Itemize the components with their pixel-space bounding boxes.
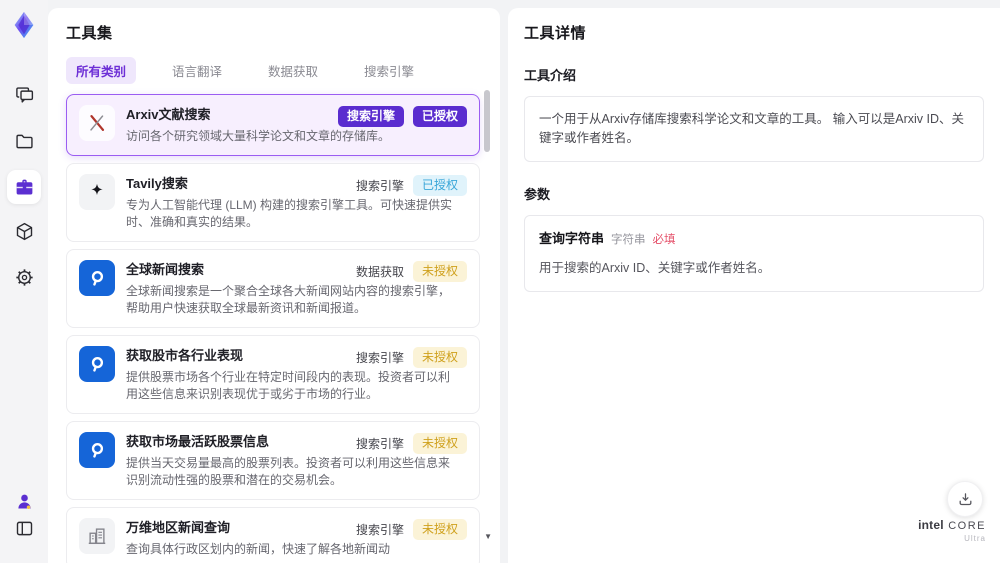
params-section-title: 参数 <box>524 187 551 202</box>
category-badge: 搜索引擎 <box>337 106 404 127</box>
intro-section-title: 工具介绍 <box>524 68 577 83</box>
sidebar-item-files[interactable] <box>7 124 41 158</box>
tool-description: 全球新闻搜索是一个聚合全球各大新闻网站内容的搜索引擎，帮助用户快速获取全球最新资… <box>126 284 451 315</box>
sidebar-item-tools[interactable] <box>7 170 41 204</box>
cube-icon <box>16 222 32 240</box>
tab-all-categories[interactable]: 所有类别 <box>66 57 137 84</box>
brand-sub-text: Ultra <box>964 534 986 543</box>
icon-sidebar <box>0 0 48 563</box>
tool-description: 提供股票市场各个行业在特定时间段内的表现。投资者可以利用这些信息来识别表现优于或… <box>126 370 451 401</box>
avatar-icon <box>17 494 31 509</box>
tool-card-global-news[interactable]: 全球新闻搜索 全球新闻搜索是一个聚合全球各大新闻网站内容的搜索引擎，帮助用户快速… <box>66 249 480 328</box>
auth-status-badge: 未授权 <box>412 519 467 540</box>
building-icon <box>79 518 115 554</box>
category-label: 搜索引擎 <box>355 179 404 193</box>
gear-icon <box>15 268 33 286</box>
toolbox-icon <box>16 179 32 194</box>
layout-toggle-icon <box>16 521 32 535</box>
category-tabs: 所有类别 语言翻译 数据获取 搜索引擎 <box>66 57 482 84</box>
param-name: 查询字符串 <box>539 231 605 246</box>
arxiv-logo-icon <box>79 105 115 141</box>
app-logo-gem-icon[interactable] <box>9 10 39 40</box>
tab-search-engine[interactable]: 搜索引擎 <box>354 57 424 84</box>
auth-status-badge: 未授权 <box>412 433 467 454</box>
detail-title: 工具详情 <box>524 25 587 42</box>
tool-description: 访问各个研究领域大量科学论文和文章的存储库。 <box>126 129 391 143</box>
tool-card-sector-performance[interactable]: 获取股市各行业表现 提供股票市场各个行业在特定时间段内的表现。投资者可以利用这些… <box>66 335 480 414</box>
sidebar-item-packages[interactable] <box>7 214 41 248</box>
tool-intro-box: 一个用于从Arxiv存储库搜索科学论文和文章的工具。 输入可以是Arxiv ID… <box>524 96 984 162</box>
scrollbar-down-arrow-icon[interactable]: ▼ <box>484 532 492 541</box>
page-title: 工具集 <box>66 25 113 42</box>
parameter-box: 查询字符串 字符串 必填 用于搜索的Arxiv ID、关键字或作者姓名。 <box>524 215 984 292</box>
auth-status-badge: 未授权 <box>412 261 467 282</box>
tool-list-panel: 工具集 所有类别 语言翻译 数据获取 搜索引擎 Arxiv文献搜索 访问各个研究… <box>48 8 500 563</box>
sidebar-item-chat[interactable] <box>7 78 41 112</box>
sidebar-item-settings[interactable] <box>7 260 41 294</box>
category-label: 搜索引擎 <box>355 351 404 365</box>
list-scrollbar-thumb[interactable] <box>484 90 490 152</box>
download-icon <box>959 492 971 505</box>
brand-core-text: CORE <box>948 520 986 532</box>
tool-description: 提供当天交易量最高的股票列表。投资者可以利用这些信息来识别流动性强的股票和潜在的… <box>126 456 451 487</box>
category-label: 搜索引擎 <box>355 437 404 451</box>
app-root: 工具集 所有类别 语言翻译 数据获取 搜索引擎 Arxiv文献搜索 访问各个研究… <box>0 0 1000 563</box>
tool-card-regional-news[interactable]: 万维地区新闻查询 查询具体行政区划内的新闻，快速了解各地新闻动 搜索引擎 未授权 <box>66 507 480 563</box>
auth-status-badge: 未授权 <box>412 347 467 368</box>
chat-icon <box>15 86 33 103</box>
blue-search-icon <box>79 432 115 468</box>
category-label: 数据获取 <box>355 265 404 279</box>
sparkle-star-icon <box>79 174 115 210</box>
auth-status-badge: 已授权 <box>412 106 467 127</box>
intel-core-logo: intel CORE Ultra <box>918 519 986 545</box>
blue-search-icon <box>79 260 115 296</box>
tool-card-arxiv[interactable]: Arxiv文献搜索 访问各个研究领域大量科学论文和文章的存储库。 搜索引擎 已授… <box>66 94 480 156</box>
tool-list: Arxiv文献搜索 访问各个研究领域大量科学论文和文章的存储库。 搜索引擎 已授… <box>66 94 480 563</box>
brand-intel-text: intel <box>918 518 944 532</box>
param-description: 用于搜索的Arxiv ID、关键字或作者姓名。 <box>539 261 771 275</box>
sidebar-collapse-toggle[interactable] <box>7 511 41 545</box>
tab-language-translation[interactable]: 语言翻译 <box>162 57 232 84</box>
tool-description: 查询具体行政区划内的新闻，快速了解各地新闻动 <box>126 542 391 556</box>
category-label: 搜索引擎 <box>355 523 404 537</box>
tool-card-active-stocks[interactable]: 获取市场最活跃股票信息 提供当天交易量最高的股票列表。投资者可以利用这些信息来识… <box>66 421 480 500</box>
tool-card-tavily[interactable]: Tavily搜索 专为人工智能代理 (LLM) 构建的搜索引擎工具。可快速提供实… <box>66 163 480 242</box>
tab-data-fetching[interactable]: 数据获取 <box>258 57 328 84</box>
param-required-badge: 必填 <box>652 234 676 246</box>
blue-search-icon <box>79 346 115 382</box>
tool-description: 专为人工智能代理 (LLM) 构建的搜索引擎工具。可快速提供实时、准确和真实的结… <box>126 198 453 229</box>
download-button[interactable] <box>947 481 983 517</box>
folder-icon <box>15 134 33 148</box>
param-type: 字符串 <box>611 234 646 246</box>
tool-detail-panel: 工具详情 工具介绍 一个用于从Arxiv存储库搜索科学论文和文章的工具。 输入可… <box>508 8 1000 563</box>
auth-status-badge: 已授权 <box>412 175 467 196</box>
